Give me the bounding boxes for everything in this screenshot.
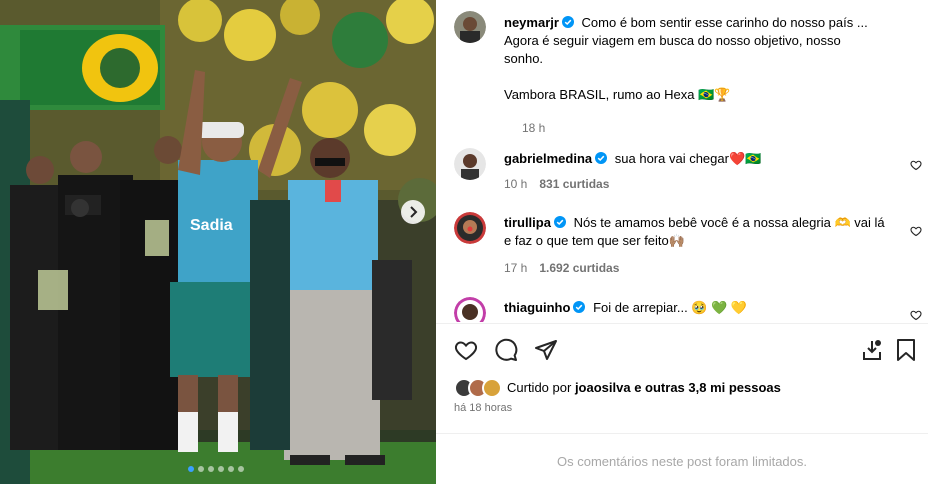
carousel-dot: [238, 466, 244, 472]
comment-time[interactable]: 17 h: [504, 261, 527, 275]
chevron-right-icon: [410, 206, 418, 218]
verified-icon: [595, 152, 608, 164]
comment-likes-count[interactable]: 1.692 curtidas: [539, 261, 619, 275]
comment-time[interactable]: 10 h: [504, 177, 527, 191]
caption-time[interactable]: 18 h: [522, 121, 545, 135]
heart-icon[interactable]: [454, 338, 478, 362]
comment-body: sua hora vai chegar❤️🇧🇷: [614, 151, 762, 166]
likes-prefix: Curtido por: [507, 380, 572, 395]
verified-icon: [573, 301, 586, 313]
comment-text-block: thiaguinho Foi de arrepiar... 🥹 💚 💛: [504, 299, 894, 317]
likes-others-link[interactable]: e outras 3,8 mi pessoas: [634, 380, 781, 395]
carousel-next-button[interactable]: [401, 200, 425, 224]
commenter-avatar[interactable]: [454, 212, 486, 244]
carousel-dot-active: [188, 466, 194, 472]
comment-text-block: tirullipa Nós te amamos bebê você é a no…: [504, 214, 894, 250]
liker-avatar[interactable]: [482, 378, 502, 398]
share-icon[interactable]: [534, 338, 558, 362]
comment-meta: 10 h 831 curtidas: [504, 177, 609, 191]
divider: [436, 323, 928, 324]
likes-summary: Curtido por joaosilva e outras 3,8 mi pe…: [454, 377, 914, 399]
verified-icon: [561, 16, 574, 28]
commenter-username-link[interactable]: thiaguinho: [504, 300, 570, 315]
commenter-username-link[interactable]: gabrielmedina: [504, 151, 592, 166]
comment-item: thiaguinho Foi de arrepiar... 🥹 💚 💛: [454, 297, 924, 322]
commenter-avatar[interactable]: [454, 297, 486, 322]
commenter-username-link[interactable]: tirullipa: [504, 215, 551, 230]
liker-username-link[interactable]: joaosilva: [575, 380, 631, 395]
post-photo[interactable]: Sadia: [0, 0, 436, 484]
bookmark-icon[interactable]: [896, 338, 916, 362]
carousel-dot: [228, 466, 234, 472]
caption-line-1: Como é bom sentir esse carinho do nosso …: [581, 15, 868, 30]
caption-line-2: Agora é seguir viagem em busca do nosso …: [504, 33, 841, 48]
comment-likes-count[interactable]: 831 curtidas: [539, 177, 609, 191]
comment-meta: 17 h 1.692 curtidas: [504, 261, 619, 275]
author-username-link[interactable]: neymarjr: [504, 15, 559, 30]
commenter-avatar[interactable]: [454, 148, 486, 180]
likes-text: Curtido por joaosilva e outras 3,8 mi pe…: [507, 380, 781, 395]
verified-icon: [553, 216, 566, 228]
comment-text-block: gabrielmedina sua hora vai chegar❤️🇧🇷: [504, 150, 894, 168]
svg-text:Sadia: Sadia: [190, 217, 233, 234]
post-side-panel: neymarjr Como é bom sentir esse carinho …: [436, 0, 928, 484]
comment-icon[interactable]: [494, 338, 518, 362]
caption-line-4: Vambora BRASIL, rumo ao Hexa 🇧🇷🏆: [504, 87, 731, 102]
caption-text-block: neymarjr Como é bom sentir esse carinho …: [504, 14, 914, 104]
post-actions: [454, 338, 916, 362]
comment-like-heart-icon[interactable]: [910, 159, 922, 171]
divider: [436, 433, 928, 434]
post-date[interactable]: há 18 horas: [454, 402, 512, 414]
comment-like-heart-icon[interactable]: [910, 309, 922, 321]
comment-body: Foi de arrepiar... 🥹 💚 💛: [593, 300, 748, 315]
carousel-dot: [198, 466, 204, 472]
carousel-indicator: [188, 466, 244, 472]
stadium-scene-image: Sadia: [0, 0, 436, 484]
save-icon[interactable]: [860, 338, 884, 362]
author-avatar[interactable]: [454, 11, 486, 43]
comments-limited-notice: Os comentários neste post foram limitado…: [557, 454, 807, 469]
carousel-dot: [208, 466, 214, 472]
carousel-dot: [218, 466, 224, 472]
caption-line-3: sonho.: [504, 51, 544, 66]
comment-like-heart-icon[interactable]: [910, 225, 922, 237]
